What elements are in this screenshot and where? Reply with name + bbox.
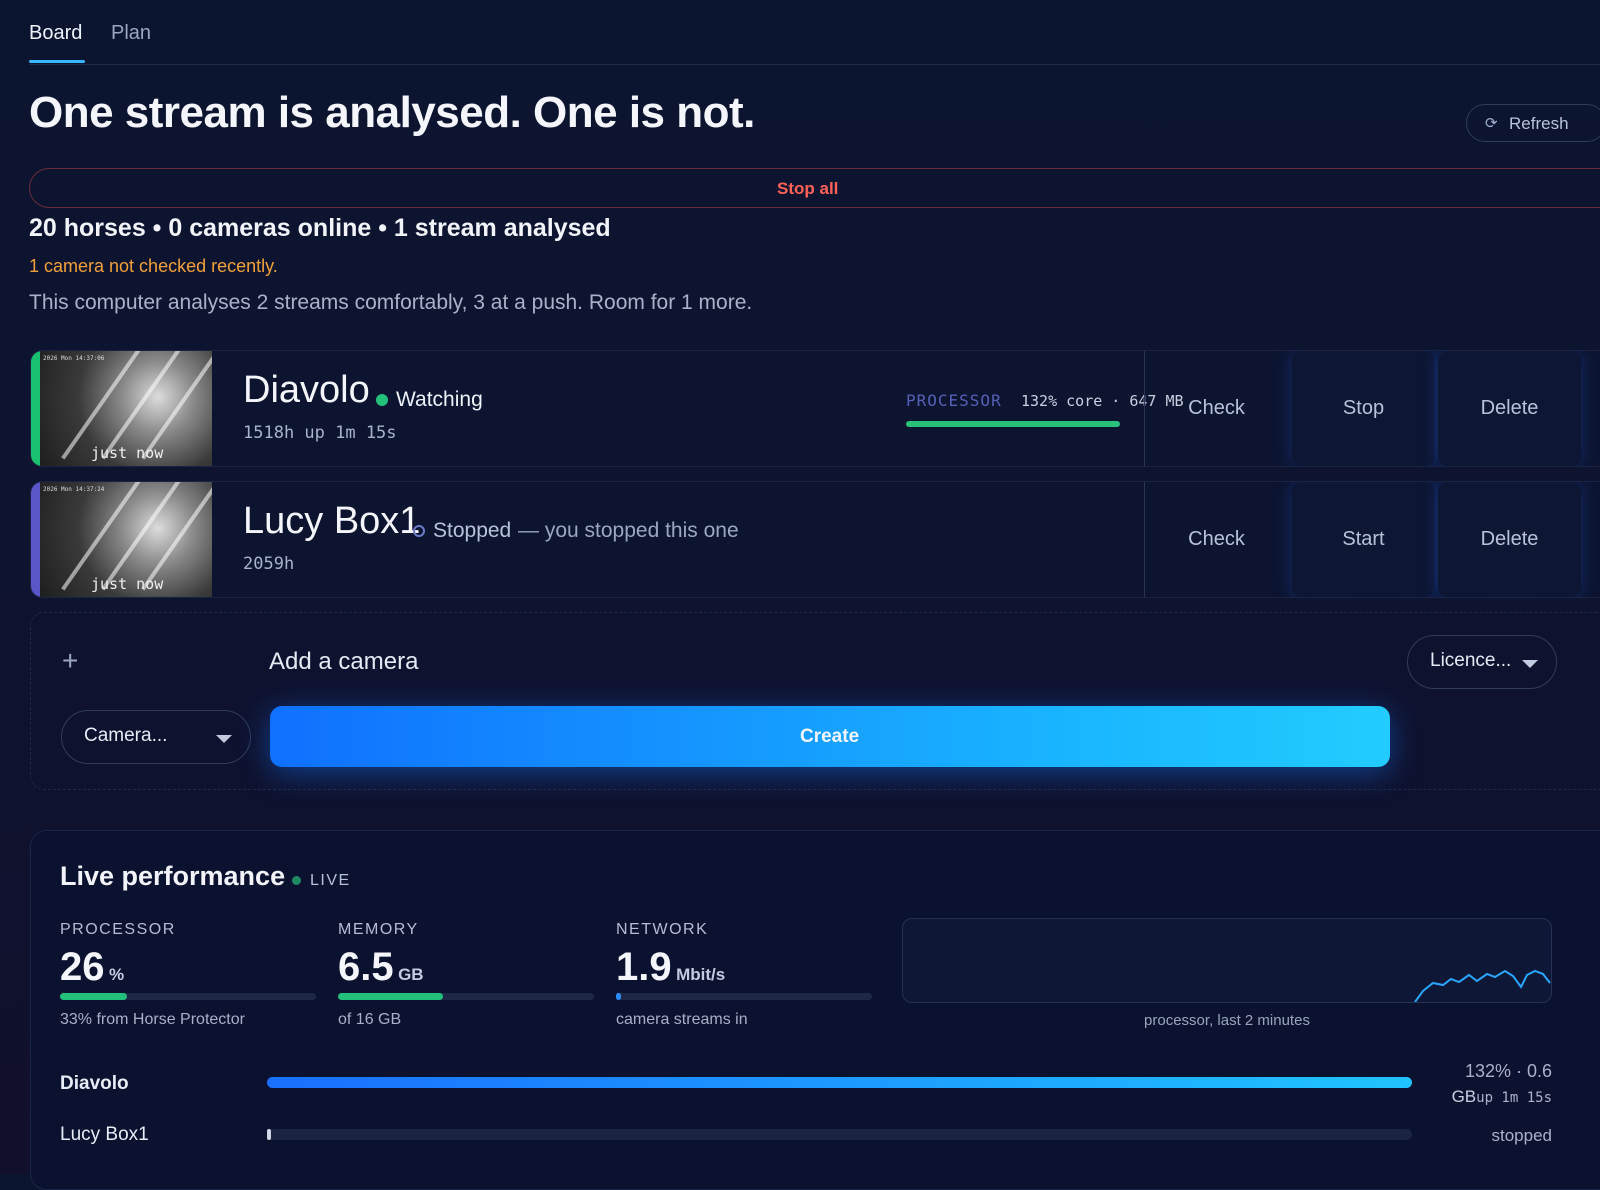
metric-value: 1.9 bbox=[616, 945, 672, 989]
processor-bar-fill bbox=[906, 421, 1120, 427]
camera-status: Stopped bbox=[433, 519, 512, 542]
licence-select[interactable]: Licence... bbox=[1407, 635, 1557, 689]
metric-unit: Mbit/s bbox=[676, 965, 726, 984]
last-seen-label: just now bbox=[91, 444, 164, 462]
metric-network: 1.9 Mbit/s bbox=[616, 945, 725, 990]
camera-row-lucy-box1: 2026 Mon 14:37:24 just now Lucy Box1 Sto… bbox=[30, 481, 1600, 598]
active-tab-indicator bbox=[29, 60, 85, 63]
chevron-down-icon bbox=[1522, 660, 1538, 668]
stream-unit: GB bbox=[1451, 1087, 1477, 1106]
last-seen-label: just now bbox=[91, 575, 164, 593]
stream-name: Diavolo bbox=[60, 1073, 129, 1094]
live-badge: LIVE bbox=[310, 872, 351, 889]
add-camera-title: Add a camera bbox=[269, 648, 419, 675]
processor-label: PROCESSOR bbox=[906, 391, 1002, 410]
metric-value: 6.5 bbox=[338, 945, 394, 989]
camera-thumbnail[interactable]: 2026 Mon 14:37:24 just now bbox=[31, 482, 212, 597]
metric-bar-processor bbox=[60, 993, 316, 1000]
create-button-label: Create bbox=[800, 726, 860, 747]
status-dot-icon bbox=[376, 394, 388, 406]
metric-bar-memory bbox=[338, 993, 594, 1000]
chevron-down-icon bbox=[216, 735, 232, 743]
live-dot-icon bbox=[292, 876, 301, 885]
metric-unit: GB bbox=[398, 965, 424, 984]
stop-all-button[interactable]: Stop all bbox=[29, 168, 1600, 208]
tab-board[interactable]: Board bbox=[29, 22, 82, 45]
stream-bar-fill bbox=[267, 1077, 1412, 1088]
status-accent bbox=[31, 351, 40, 466]
refresh-button[interactable]: ⟳ Refresh bbox=[1466, 104, 1600, 142]
start-button[interactable]: Start bbox=[1292, 482, 1435, 597]
thumbnail-timestamp: 2026 Mon 14:37:24 bbox=[43, 486, 105, 493]
camera-thumbnail[interactable]: 2026 Mon 14:37:06 just now bbox=[31, 351, 212, 466]
camera-select-value: Camera... bbox=[84, 725, 168, 746]
metric-label-processor: PROCESSOR bbox=[60, 921, 176, 938]
metric-unit: % bbox=[108, 965, 125, 984]
status-accent bbox=[31, 482, 40, 597]
summary-line: 20 horses • 0 cameras online • 1 stream … bbox=[29, 214, 611, 242]
processor-bar bbox=[906, 421, 1120, 427]
metric-bar-fill bbox=[616, 993, 622, 1000]
metric-bar-fill bbox=[338, 993, 443, 1000]
camera-row-diavolo: 2026 Mon 14:37:06 just now Diavolo Watch… bbox=[30, 350, 1600, 467]
camera-name: Diavolo bbox=[243, 369, 370, 411]
stream-usage: 132% · 0.6 bbox=[1464, 1061, 1552, 1081]
stop-button[interactable]: Stop bbox=[1292, 351, 1435, 466]
refresh-label: Refresh bbox=[1509, 114, 1569, 133]
status-ring-icon bbox=[413, 525, 425, 537]
plus-icon: + bbox=[62, 645, 79, 676]
stream-name: Lucy Box1 bbox=[60, 1124, 149, 1145]
stream-status: stopped bbox=[1491, 1126, 1553, 1145]
page-title: One stream is analysed. One is not. bbox=[29, 88, 755, 137]
performance-title: Live performance bbox=[60, 861, 286, 891]
delete-button[interactable]: Delete bbox=[1438, 351, 1581, 466]
sparkline-caption: processor, last 2 minutes bbox=[1144, 1012, 1310, 1029]
check-button[interactable]: Check bbox=[1145, 482, 1288, 597]
stop-all-label: Stop all bbox=[777, 179, 839, 198]
stream-bar-fill bbox=[267, 1129, 271, 1140]
camera-status: Watching bbox=[396, 388, 483, 411]
refresh-icon: ⟳ bbox=[1485, 115, 1498, 132]
licence-select-value: Licence... bbox=[1430, 650, 1512, 671]
metric-value: 26 bbox=[60, 945, 105, 989]
sparkline-chart bbox=[1414, 969, 1551, 1003]
metric-bar-fill bbox=[60, 993, 127, 1000]
tab-bar: Board Plan bbox=[29, 0, 1600, 65]
metric-bar-network bbox=[616, 993, 872, 1000]
camera-meta: 1518h up 1m 15s bbox=[243, 423, 397, 443]
camera-name: Lucy Box1 bbox=[243, 500, 421, 542]
camera-select[interactable]: Camera... bbox=[61, 710, 251, 764]
camera-status-note: — you stopped this one bbox=[518, 519, 739, 542]
metric-sub-network: camera streams in bbox=[616, 1011, 748, 1028]
metric-memory: 6.5 GB bbox=[338, 945, 424, 990]
stream-bar bbox=[267, 1077, 1412, 1088]
delete-button[interactable]: Delete bbox=[1438, 482, 1581, 597]
metric-sub-processor: 33% from Horse Protector bbox=[60, 1011, 245, 1028]
check-warning: 1 camera not checked recently. bbox=[29, 256, 278, 276]
thumbnail-timestamp: 2026 Mon 14:37:06 bbox=[43, 355, 105, 362]
capacity-note: This computer analyses 2 streams comfort… bbox=[29, 291, 753, 314]
metric-processor: 26 % bbox=[60, 945, 124, 990]
metric-label-network: NETWORK bbox=[616, 921, 709, 938]
metric-sub-memory: of 16 GB bbox=[338, 1011, 402, 1028]
metric-label-memory: MEMORY bbox=[338, 921, 419, 938]
stream-uptime: GBup 1m 15s bbox=[1452, 1087, 1552, 1107]
stream-bar bbox=[267, 1129, 1412, 1140]
processor-sparkline bbox=[902, 918, 1552, 1003]
check-button[interactable]: Check bbox=[1145, 351, 1288, 466]
tab-plan[interactable]: Plan bbox=[111, 22, 151, 45]
camera-meta: 2059h bbox=[243, 554, 295, 574]
create-button[interactable]: Create bbox=[270, 706, 1390, 767]
sparkline-line bbox=[1414, 969, 1551, 1003]
stream-uptime-value: up 1m 15s bbox=[1476, 1090, 1552, 1106]
